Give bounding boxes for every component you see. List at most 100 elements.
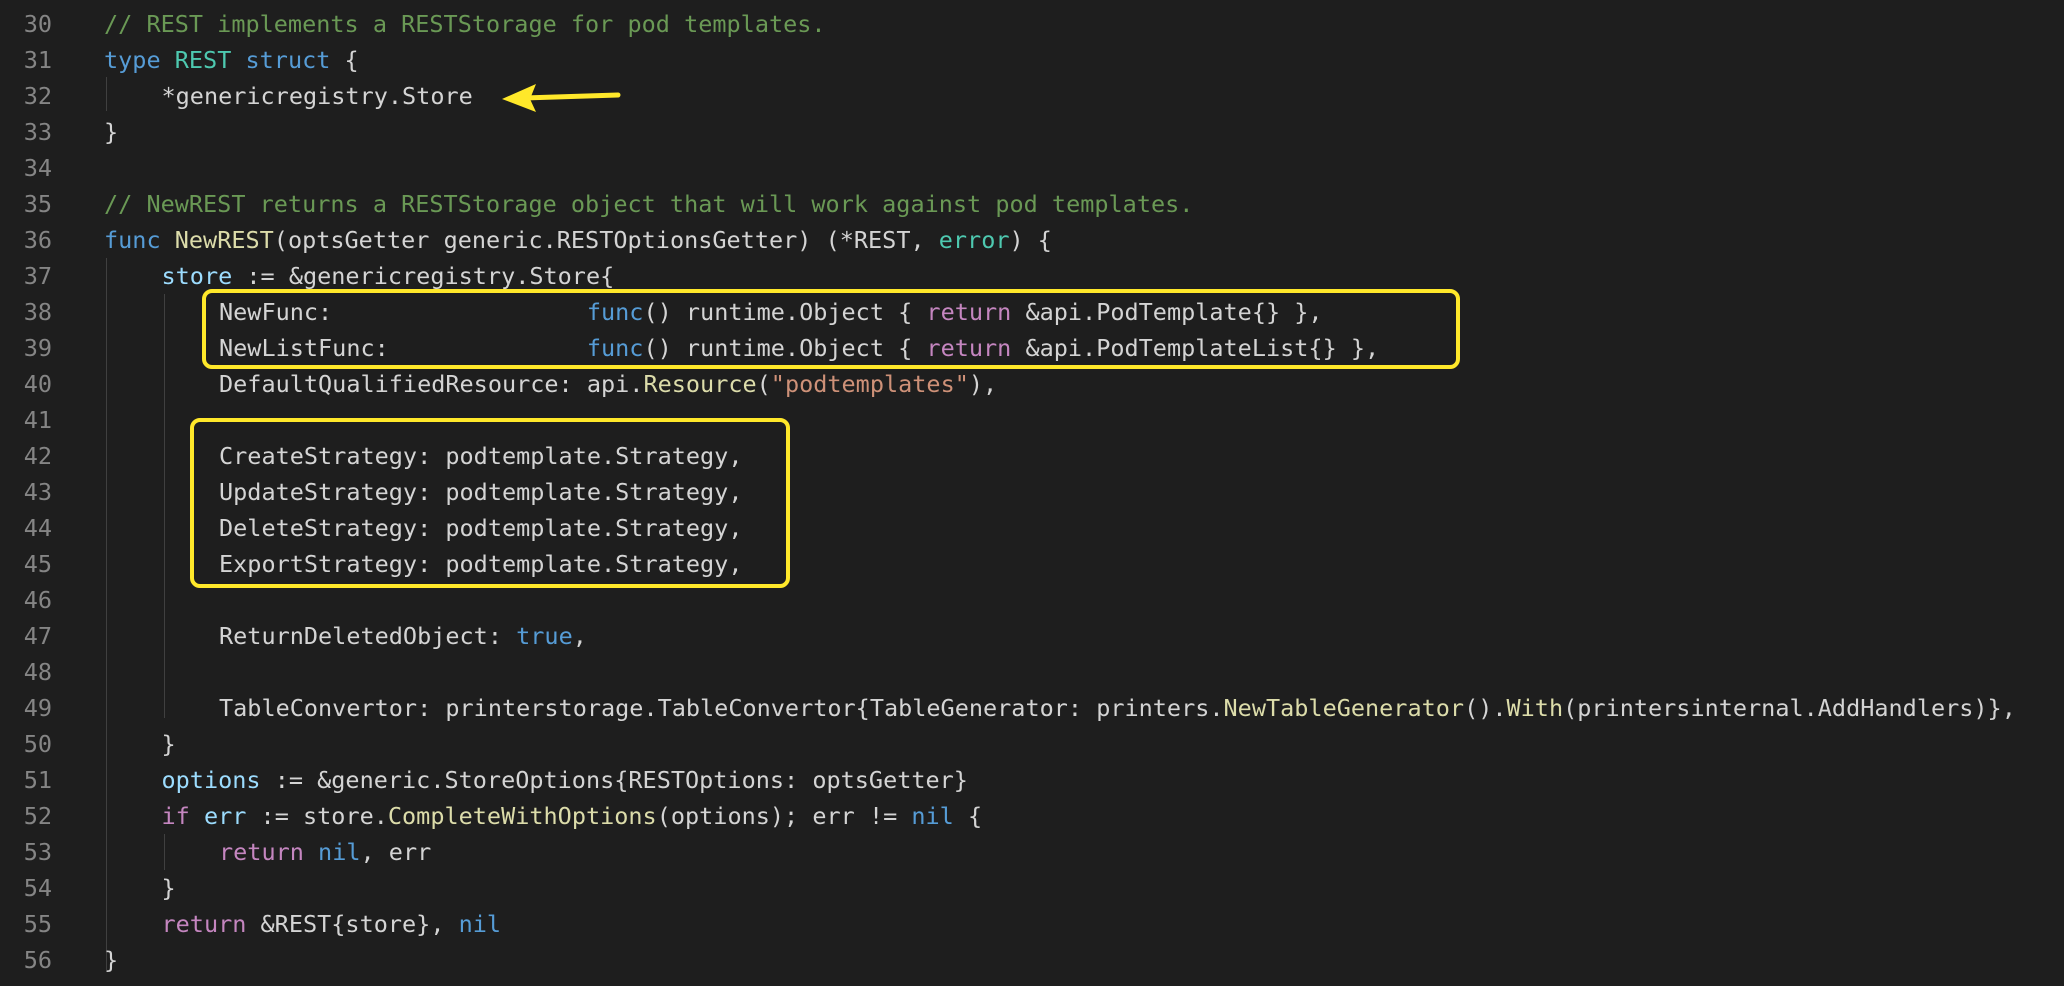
code-line[interactable]: 47 ReturnDeletedObject: true, — [0, 618, 2064, 654]
code-token: error — [938, 226, 1010, 254]
code-token: true — [516, 622, 573, 650]
line-number: 53 — [23, 838, 52, 866]
code-token: "podtemplates" — [770, 370, 969, 398]
strategy-highlight-box — [190, 418, 790, 588]
line-number: 48 — [23, 658, 52, 686]
code-token: REST — [174, 46, 232, 74]
line-number: 32 — [23, 82, 52, 110]
line-number: 39 — [23, 334, 52, 362]
code-text: } — [162, 870, 176, 906]
code-line[interactable]: 48 — [0, 654, 2064, 690]
code-line[interactable]: 56} — [0, 942, 2064, 978]
line-number: 34 — [23, 154, 52, 182]
code-editor[interactable]: 30 // REST implements a RESTStorage for p… — [0, 0, 2064, 986]
code-line[interactable]: 36 func NewREST(optsGetter generic.RESTOp… — [0, 222, 2064, 258]
code-line[interactable]: 52 if err := store.CompleteWithOptions(op… — [0, 798, 2064, 834]
code-text: TableConvertor: printerstorage.TableConv… — [219, 690, 2016, 726]
code-token: store — [161, 262, 233, 290]
code-token: nil — [318, 838, 361, 866]
code-token: TableConvertor: printerstorage.TableConv… — [219, 694, 1224, 722]
code-text: ReturnDeletedObject: true, — [219, 618, 587, 654]
code-token: CompleteWithOptions — [387, 802, 657, 830]
line-number: 38 — [23, 298, 52, 326]
code-token: ( — [756, 370, 771, 398]
code-text: if err := store.CompleteWithOptions(opti… — [162, 798, 983, 834]
code-line[interactable]: 30 // REST implements a RESTStorage for p… — [0, 6, 2064, 42]
line-number: 55 — [23, 910, 52, 938]
arrow-left-icon — [502, 84, 621, 112]
line-number: 47 — [23, 622, 52, 650]
newfunc-highlight-box — [202, 289, 1460, 369]
code-token: ReturnDeletedObject: — [219, 622, 517, 650]
code-text: type REST struct { — [104, 42, 359, 78]
code-text: *genericregistry.Store — [162, 78, 473, 114]
code-text: // NewREST returns a RESTStorage object … — [104, 186, 1193, 222]
line-number: 49 — [23, 694, 52, 722]
line-number: 50 — [23, 730, 52, 758]
line-number: 43 — [23, 478, 52, 506]
code-token: ) { — [1009, 226, 1052, 254]
code-token: (optsGetter generic.RESTOptionsGetter) (… — [273, 226, 939, 254]
code-token: } — [104, 118, 119, 146]
code-token: // NewREST returns a RESTStorage object … — [104, 190, 1194, 218]
code-token: (printersinternal.AddHandlers)}, — [1563, 694, 2016, 722]
line-number: 56 — [23, 946, 52, 974]
code-token: With — [1506, 694, 1564, 722]
line-number: 44 — [23, 514, 52, 542]
code-token: return — [161, 910, 247, 938]
code-line[interactable]: 34 — [0, 150, 2064, 186]
code-token: := &genericregistry.Store{ — [232, 262, 615, 290]
code-token: func — [104, 226, 161, 254]
code-line[interactable]: 40 DefaultQualifiedResource: api.Resource… — [0, 366, 2064, 402]
code-token: } — [104, 946, 119, 974]
code-text: DefaultQualifiedResource: api.Resource("… — [219, 366, 997, 402]
code-token: { — [953, 802, 983, 830]
line-number: 42 — [23, 442, 52, 470]
line-number: 33 — [23, 118, 52, 146]
code-line[interactable]: 33} — [0, 114, 2064, 150]
code-line[interactable]: 55 return &REST{store}, nil — [0, 906, 2064, 942]
code-token: { — [330, 46, 359, 74]
code-token: options — [161, 766, 261, 794]
line-number: 31 — [23, 46, 52, 74]
code-token: , err — [360, 838, 432, 866]
line-number: 30 — [23, 10, 52, 38]
code-text: } — [104, 114, 118, 150]
code-text: } — [104, 942, 118, 978]
code-text: return &REST{store}, nil — [162, 906, 502, 942]
code-token: NewTableGenerator — [1223, 694, 1465, 722]
code-line[interactable]: 53 return nil, err — [0, 834, 2064, 870]
line-number: 37 — [23, 262, 52, 290]
code-line[interactable]: 35 // NewREST returns a RESTStorage objec… — [0, 186, 2064, 222]
code-line[interactable]: 49 TableConvertor: printerstorage.TableCo… — [0, 690, 2064, 726]
code-token: := &generic.StoreOptions{RESTOptions: op… — [260, 766, 968, 794]
code-text: return nil, err — [219, 834, 431, 870]
code-line[interactable]: 31 type REST struct { — [0, 42, 2064, 78]
code-token: // REST implements a RESTStorage for pod… — [104, 10, 826, 38]
code-token: Resource — [643, 370, 757, 398]
line-number: 54 — [23, 874, 52, 902]
line-number: 36 — [23, 226, 52, 254]
code-token: } — [161, 874, 176, 902]
code-line[interactable]: 50} — [0, 726, 2064, 762]
code-token: nil — [458, 910, 502, 938]
line-number: 41 — [23, 406, 52, 434]
code-line[interactable]: 32 *genericregistry.Store — [0, 78, 2064, 114]
code-line[interactable]: 51 options := &generic.StoreOptions{RESTO… — [0, 762, 2064, 798]
code-token: if — [161, 802, 190, 830]
code-text: func NewREST(optsGetter generic.RESTOpti… — [104, 222, 1052, 258]
code-token: *genericregistry.Store — [161, 82, 473, 110]
code-token: nil — [911, 802, 954, 830]
code-line[interactable]: 54} — [0, 870, 2064, 906]
code-token: struct — [245, 46, 331, 74]
code-token: (options); err != — [656, 802, 912, 830]
code-token: return — [219, 838, 304, 866]
code-text: } — [162, 726, 176, 762]
line-number: 52 — [23, 802, 52, 830]
line-number: 51 — [23, 766, 52, 794]
